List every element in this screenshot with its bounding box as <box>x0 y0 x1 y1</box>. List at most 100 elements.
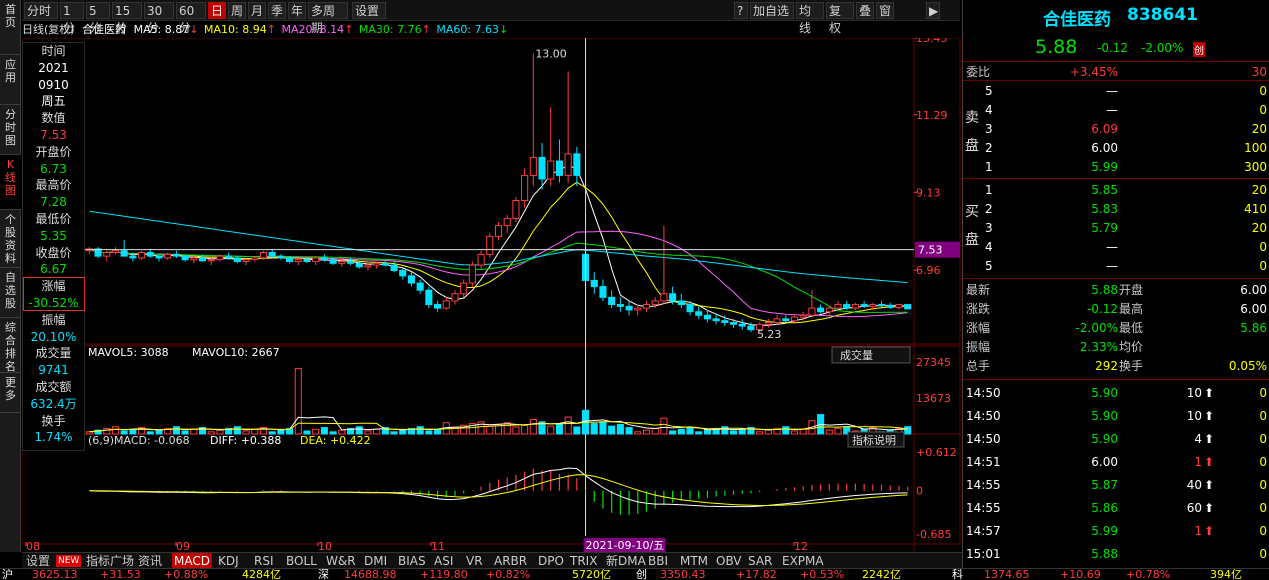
candle[interactable] <box>172 250 180 258</box>
candle[interactable] <box>555 139 563 183</box>
candle[interactable] <box>738 318 746 330</box>
indicator-tab-1[interactable]: NEW <box>56 555 82 567</box>
toolbar-right-1[interactable]: 均线 <box>796 2 824 35</box>
period-tab-10[interactable]: 年 <box>288 2 306 19</box>
period-tab-3[interactable]: 15分 <box>112 2 142 35</box>
candle[interactable] <box>695 306 703 319</box>
candle[interactable] <box>103 250 111 262</box>
period-tab-1[interactable]: 1分 <box>60 2 84 35</box>
indicator-tab-4[interactable]: MACD <box>172 553 212 569</box>
candle[interactable] <box>85 247 93 255</box>
candle[interactable] <box>512 196 520 223</box>
candle[interactable] <box>573 146 581 187</box>
indicator-tab-7[interactable]: BOLL <box>284 553 319 569</box>
toolbar-right-2[interactable]: 复权 <box>826 2 854 35</box>
candle[interactable] <box>503 214 511 233</box>
candle[interactable] <box>782 315 790 323</box>
period-tab-0[interactable]: 分时 <box>24 2 58 19</box>
candle[interactable] <box>590 272 598 294</box>
indicator-tab-21[interactable]: EXPMA <box>780 553 826 569</box>
candle[interactable] <box>277 254 285 260</box>
candle[interactable] <box>608 290 616 309</box>
candle[interactable] <box>425 286 433 309</box>
candle[interactable] <box>564 71 572 183</box>
indicator-tab-5[interactable]: KDJ <box>216 553 241 569</box>
indicator-tab-19[interactable]: OBV <box>714 553 744 569</box>
indicator-tab-10[interactable]: BIAS <box>396 553 428 569</box>
candle[interactable] <box>529 53 537 187</box>
indicator-tab-11[interactable]: ASI <box>432 553 455 569</box>
period-tab-7[interactable]: 周 <box>228 2 246 19</box>
indicator-tab-13[interactable]: ARBR <box>492 553 529 569</box>
candle[interactable] <box>895 303 903 310</box>
candle[interactable] <box>886 302 894 309</box>
toolbar-right-0[interactable]: 加自选 <box>750 2 794 19</box>
indicator-tab-6[interactable]: RSI <box>252 553 276 569</box>
period-tab-9[interactable]: 季 <box>268 2 286 19</box>
indicator-tab-9[interactable]: DMI <box>362 553 389 569</box>
candle[interactable] <box>904 304 912 310</box>
candle[interactable] <box>764 318 772 328</box>
indicator-tab-17[interactable]: BBI <box>646 553 670 569</box>
candle[interactable] <box>625 300 633 316</box>
candle[interactable] <box>599 279 607 301</box>
candle[interactable] <box>451 290 459 305</box>
candle[interactable] <box>843 300 851 310</box>
candle[interactable] <box>294 257 302 266</box>
candle[interactable] <box>120 239 128 257</box>
settings-button[interactable]: 设置 <box>352 2 386 19</box>
indicator-tab-12[interactable]: VR <box>464 553 485 569</box>
indicator-tab-18[interactable]: MTM <box>678 553 710 569</box>
candle[interactable] <box>773 315 781 325</box>
candle[interactable] <box>233 256 241 264</box>
indicator-tab-2[interactable]: 指标广场 <box>84 553 136 569</box>
candle[interactable] <box>477 250 485 269</box>
indicator-tab-3[interactable]: 资讯 <box>136 553 164 569</box>
candle[interactable] <box>834 300 842 310</box>
candle[interactable] <box>729 318 738 328</box>
candle[interactable] <box>486 232 494 258</box>
candle[interactable] <box>851 302 859 310</box>
candle[interactable] <box>416 279 424 294</box>
candle[interactable] <box>825 306 833 316</box>
candle[interactable] <box>634 304 642 316</box>
help-button[interactable]: ? <box>734 2 748 19</box>
candle[interactable] <box>468 261 476 287</box>
candle[interactable] <box>616 297 624 312</box>
candle[interactable] <box>442 297 450 310</box>
candle[interactable] <box>399 268 407 280</box>
indicator-tab-15[interactable]: TRIX <box>568 553 599 569</box>
exit-icon[interactable]: ▶ <box>926 2 940 19</box>
period-tab-5[interactable]: 60分 <box>176 2 206 35</box>
indicator-tab-0[interactable]: 设置 <box>24 553 52 569</box>
side-tab-0[interactable]: 首页 <box>0 0 21 55</box>
candle[interactable] <box>817 304 825 314</box>
candle[interactable] <box>407 272 415 287</box>
side-tab-1[interactable]: 应用 <box>0 55 21 105</box>
side-tab-3[interactable]: K线图 <box>0 155 21 210</box>
candle[interactable] <box>434 300 442 312</box>
side-tab-7[interactable]: 更多 <box>0 373 21 413</box>
candle[interactable] <box>146 248 154 258</box>
period-tab-11[interactable]: 多周期 <box>308 2 348 35</box>
side-tab-5[interactable]: 自选股 <box>0 268 21 318</box>
period-tab-8[interactable]: 月 <box>248 2 266 19</box>
toolbar-right-4[interactable]: 窗 <box>876 2 894 19</box>
candle[interactable] <box>808 290 816 318</box>
side-tab-2[interactable]: 分时图 <box>0 105 21 155</box>
period-tab-2[interactable]: 5分 <box>86 2 110 35</box>
candle[interactable] <box>677 293 685 309</box>
indicator-tab-16[interactable]: 新DMA <box>604 553 648 569</box>
candle[interactable] <box>660 225 668 305</box>
candle[interactable] <box>312 256 320 266</box>
candle[interactable] <box>494 222 503 240</box>
candle[interactable] <box>94 247 102 258</box>
indicator-tab-20[interactable]: SAR <box>746 553 774 569</box>
candle[interactable] <box>138 250 146 260</box>
toolbar-right-3[interactable]: 叠 <box>856 2 874 19</box>
candle[interactable] <box>642 300 651 312</box>
period-tab-4[interactable]: 30分 <box>144 2 174 35</box>
candle[interactable] <box>460 279 468 298</box>
candle[interactable] <box>164 252 172 260</box>
side-tab-6[interactable]: 综合排名 <box>0 318 21 373</box>
